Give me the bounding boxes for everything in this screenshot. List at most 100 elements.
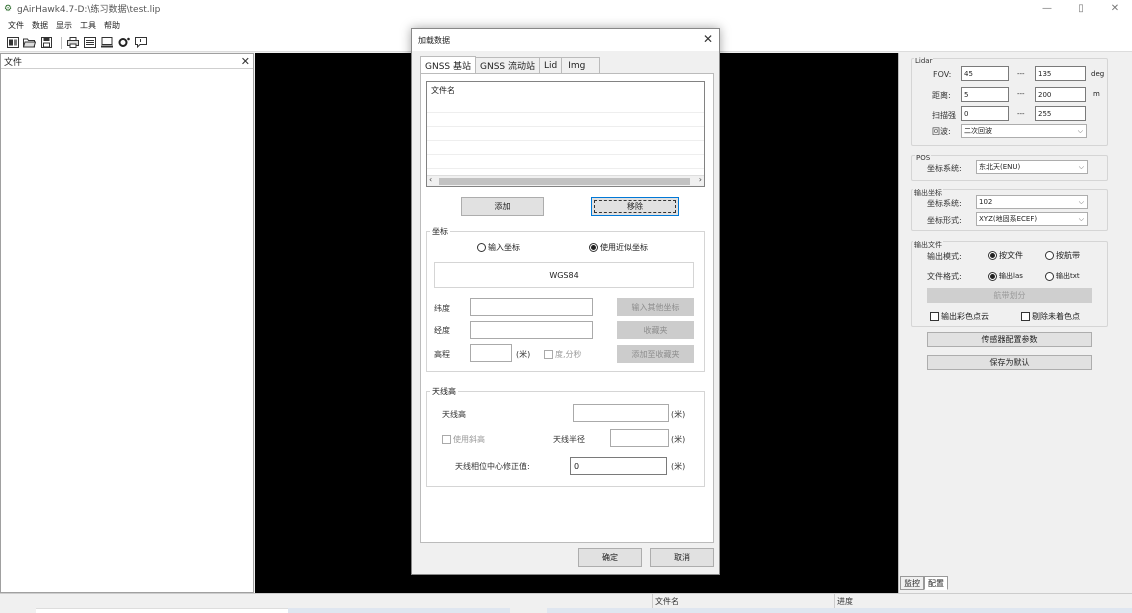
list-gridline (427, 168, 704, 169)
tab-monitor[interactable]: 监控 (900, 576, 924, 590)
input-coord-radio[interactable]: 输入坐标 (477, 242, 520, 253)
color-cloud-checkbox[interactable]: 输出彩色点云 (930, 311, 989, 322)
file-format-label: 文件格式: (927, 272, 962, 281)
fmt-txt-label: 输出txt (1056, 272, 1080, 280)
add-to-favorites-button[interactable]: 添加至收藏夹 (617, 345, 694, 363)
antenna-height-input[interactable] (573, 404, 669, 422)
scroll-right-icon[interactable]: › (699, 175, 702, 184)
tab-img[interactable]: Img (561, 57, 601, 73)
config-panel: Lidar FOV: 45 --- 135 deg 距离: 5 --- 200 … (898, 53, 1132, 593)
title-bar: ⚙ gAirHawk4.7-D:\练习数据\test.lip — ▯ ✕ (0, 0, 1132, 17)
print-icon[interactable] (66, 36, 79, 49)
pos-coord-select[interactable]: 东北天(ENU) ⌵ (976, 160, 1088, 174)
echo-select[interactable]: 二次回波 ⌵ (961, 124, 1087, 138)
close-window-button[interactable]: ✕ (1098, 0, 1132, 17)
status-bar: 文件名 进度 (0, 593, 1132, 613)
window-title: gAirHawk4.7-D:\练习数据\test.lip (17, 5, 161, 15)
tab-config[interactable]: 配置 (924, 576, 948, 590)
settings-icon[interactable] (117, 36, 130, 49)
dialog-tabs: GNSS 基站 GNSS 流动站 Lid Img (420, 56, 601, 73)
file-list[interactable]: 文件名 ‹ › (426, 81, 705, 187)
maximize-button[interactable]: ▯ (1064, 0, 1098, 17)
output-file-title: 输出文件 (913, 240, 943, 250)
chevron-down-icon: ⌵ (1078, 214, 1084, 223)
range-max-input[interactable]: 200 (1035, 87, 1086, 102)
menu-tools[interactable]: 工具 (80, 20, 96, 31)
fmt-las-radio[interactable]: 输出las (988, 271, 1023, 281)
panel-tabs: 监控 配置 (900, 576, 948, 590)
out-mode-strip-radio[interactable]: 按航带 (1045, 250, 1080, 261)
cancel-button[interactable]: 取消 (650, 548, 714, 567)
radio-checked-icon (589, 243, 598, 252)
save-icon[interactable] (40, 36, 53, 49)
fmt-txt-radio[interactable]: 输出txt (1045, 271, 1080, 281)
fov-max-input[interactable]: 135 (1035, 66, 1086, 81)
menu-file[interactable]: 文件 (8, 20, 24, 31)
ok-button[interactable]: 确定 (578, 548, 642, 567)
use-approx-label: 使用近似坐标 (600, 243, 648, 252)
dialog-body: 文件名 ‹ › 添加 移除 坐标 输入坐标 使用近似坐标 WGS84 纬度 输入… (420, 73, 714, 543)
range-min-input[interactable]: 5 (961, 87, 1009, 102)
radio-unchecked-icon (1045, 271, 1054, 281)
height-input[interactable] (470, 344, 512, 362)
status-progress-col: 进度 (837, 597, 853, 606)
file-panel-title: 文件 (4, 57, 23, 68)
menu-data[interactable]: 数据 (32, 20, 48, 31)
input-other-coord-button[interactable]: 输入其他坐标 (617, 298, 694, 316)
out-coord-label: 坐标系统: (927, 199, 962, 208)
range-dash: --- (1017, 90, 1025, 98)
scan-dash: --- (1017, 110, 1025, 118)
phase-center-input[interactable]: 0 (570, 457, 667, 475)
tab-gnss-rover[interactable]: GNSS 流动站 (475, 57, 540, 73)
list-gridline (427, 154, 704, 155)
tab-gnss-base[interactable]: GNSS 基站 (420, 56, 476, 73)
lon-input[interactable] (470, 321, 593, 339)
remove-button[interactable]: 移除 (591, 197, 679, 216)
dialog-close-icon[interactable]: ✕ (703, 32, 713, 46)
sensor-config-button[interactable]: 传感器配置参数 (927, 332, 1092, 347)
phase-center-label: 天线相位中心修正值: (455, 462, 530, 471)
comment-icon[interactable] (134, 36, 147, 49)
favorites-button[interactable]: 收藏夹 (617, 321, 694, 339)
lat-label: 纬度 (434, 304, 450, 313)
scan-max-input[interactable]: 255 (1035, 106, 1086, 121)
out-mode-file-radio[interactable]: 按文件 (988, 250, 1023, 261)
save-default-button[interactable]: 保存为默认 (927, 355, 1092, 370)
monitor-icon[interactable] (100, 36, 113, 49)
add-button[interactable]: 添加 (461, 197, 544, 216)
scan-min-input[interactable]: 0 (961, 106, 1009, 121)
file-list-scrollbar[interactable]: ‹ › (427, 175, 704, 186)
list-icon[interactable] (83, 36, 96, 49)
fov-min-input[interactable]: 45 (961, 66, 1009, 81)
out-form-select[interactable]: XYZ(地固系ECEF) ⌵ (976, 212, 1088, 226)
radio-unchecked-icon (477, 243, 486, 252)
file-panel-close-icon[interactable]: ✕ (241, 55, 250, 68)
strip-split-button[interactable]: 航带划分 (927, 288, 1092, 303)
fov-label: FOV: (933, 70, 952, 79)
tab-lid[interactable]: Lid (539, 57, 563, 73)
file-panel-header: 文件 ✕ (1, 54, 253, 69)
checkbox-unchecked-icon (442, 435, 451, 444)
remove-uncolored-checkbox[interactable]: 剔除未着色点 (1021, 311, 1080, 322)
height-unit: (米) (516, 350, 531, 359)
use-slant-checkbox[interactable]: 使用斜高 (442, 434, 485, 445)
pos-group-title: POS (915, 154, 932, 162)
pos-coord-label: 坐标系统: (927, 164, 962, 173)
minimize-button[interactable]: — (1030, 0, 1064, 17)
dms-checkbox[interactable]: 度,分秒 (544, 349, 582, 360)
menu-help[interactable]: 帮助 (104, 20, 120, 31)
dms-label: 度,分秒 (555, 350, 582, 359)
use-slant-label: 使用斜高 (453, 435, 485, 444)
checkbox-unchecked-icon (1021, 312, 1030, 321)
scroll-left-icon[interactable]: ‹ (429, 175, 432, 184)
layout-icon[interactable] (6, 36, 19, 49)
scroll-thumb[interactable] (439, 178, 690, 185)
coord-fieldset-title: 坐标 (430, 226, 450, 237)
menu-display[interactable]: 显示 (56, 20, 72, 31)
open-folder-icon[interactable] (23, 36, 36, 49)
use-approx-radio[interactable]: 使用近似坐标 (589, 242, 648, 253)
out-coord-select[interactable]: 102 ⌵ (976, 195, 1088, 209)
color-cloud-label: 输出彩色点云 (941, 312, 989, 321)
antenna-radius-input[interactable] (610, 429, 669, 447)
lat-input[interactable] (470, 298, 593, 316)
